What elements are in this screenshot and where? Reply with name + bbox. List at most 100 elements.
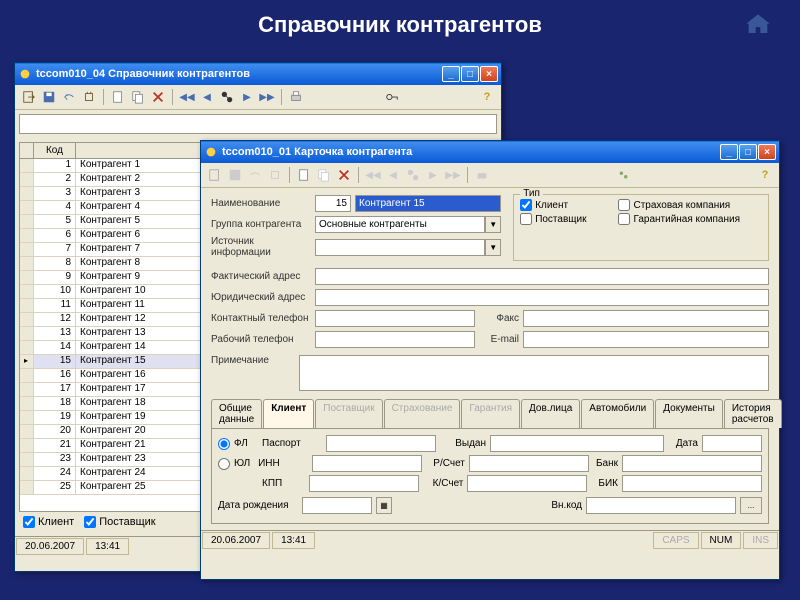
minimize-button[interactable]: _ — [442, 66, 460, 82]
fact-addr-input[interactable] — [315, 268, 769, 285]
exit-icon[interactable] — [20, 88, 38, 106]
ellipsis-button[interactable]: ... — [740, 497, 762, 514]
dropdown-icon[interactable]: ▼ — [485, 239, 501, 256]
copy-icon[interactable] — [315, 166, 333, 184]
titlebar[interactable]: tccom010_01 Карточка контрагента _ □ × — [201, 141, 779, 163]
tab-common[interactable]: Общие данные — [211, 399, 262, 428]
status-num: NUM — [701, 532, 742, 549]
calendar-icon[interactable]: ▦ — [376, 497, 392, 514]
source-input[interactable] — [315, 239, 485, 256]
new-icon[interactable] — [295, 166, 313, 184]
status-ins: INS — [743, 532, 778, 549]
bank-label: Банк — [593, 458, 618, 469]
delete-icon[interactable] — [149, 88, 167, 106]
extcode-input[interactable] — [586, 497, 736, 514]
type-legend: Тип — [520, 188, 543, 199]
first-icon[interactable]: ◀◀ — [178, 88, 196, 106]
delete-icon[interactable] — [335, 166, 353, 184]
passport-label: Паспорт — [262, 438, 322, 449]
fax-label: Факс — [479, 313, 519, 324]
undo-icon[interactable] — [60, 88, 78, 106]
status-caps: CAPS — [653, 532, 698, 549]
group-input[interactable] — [315, 216, 485, 233]
radio-fl[interactable] — [218, 438, 230, 450]
fact-addr-label: Фактический адрес — [211, 271, 311, 282]
first-icon[interactable]: ◀◀ — [364, 166, 382, 184]
kpp-input[interactable] — [309, 475, 419, 492]
save-icon[interactable] — [40, 88, 58, 106]
birth-input[interactable] — [302, 497, 372, 514]
exit-icon[interactable] — [206, 166, 224, 184]
type-client[interactable]: Клиент — [520, 199, 608, 211]
fax-input[interactable] — [523, 310, 769, 327]
maximize-button[interactable]: □ — [461, 66, 479, 82]
filter-supplier[interactable]: Поставщик — [84, 516, 155, 528]
kaccount-input[interactable] — [467, 475, 587, 492]
titlebar[interactable]: tccom010_04 Справочник контрагентов _ □ … — [15, 63, 501, 85]
bik-input[interactable] — [622, 475, 762, 492]
type-insurance[interactable]: Страховая компания — [618, 199, 762, 211]
passport-input[interactable] — [326, 435, 436, 452]
inn-label: ИНН — [258, 458, 308, 469]
inn-input[interactable] — [312, 455, 422, 472]
date-input[interactable] — [702, 435, 762, 452]
save-icon[interactable] — [226, 166, 244, 184]
special-icon[interactable] — [615, 166, 633, 184]
radio-ul[interactable] — [218, 458, 230, 470]
close-button[interactable]: × — [758, 144, 776, 160]
refresh-icon[interactable] — [266, 166, 284, 184]
tab-history[interactable]: История расчетов — [724, 399, 782, 428]
copy-icon[interactable] — [129, 88, 147, 106]
find-icon[interactable] — [404, 166, 422, 184]
raccount-label: Р/Счет — [426, 458, 465, 469]
help-icon[interactable]: ? — [478, 88, 496, 106]
next-icon[interactable]: ▶ — [238, 88, 256, 106]
maximize-button[interactable]: □ — [739, 144, 757, 160]
print-icon[interactable] — [287, 88, 305, 106]
status-time: 13:41 — [86, 538, 129, 555]
prev-icon[interactable]: ◀ — [198, 88, 216, 106]
name-code[interactable] — [315, 195, 351, 212]
filter-client-label: Клиент — [38, 516, 74, 528]
tab-contacts[interactable]: Дов.лица — [521, 399, 580, 428]
col-code[interactable]: Код — [34, 143, 76, 158]
last-icon[interactable]: ▶▶ — [258, 88, 276, 106]
client-pane: ФЛ Паспорт Выдан Дата ЮЛ ИНН Р/Счет Банк… — [211, 429, 769, 524]
home-icon[interactable] — [744, 12, 772, 36]
tab-cars[interactable]: Автомобили — [581, 399, 654, 428]
dropdown-icon[interactable]: ▼ — [485, 216, 501, 233]
help-icon[interactable]: ? — [756, 166, 774, 184]
status-date: 20.06.2007 — [202, 532, 270, 549]
phone-input[interactable] — [315, 310, 475, 327]
close-button[interactable]: × — [480, 66, 498, 82]
undo-icon[interactable] — [246, 166, 264, 184]
work-phone-input[interactable] — [315, 331, 475, 348]
email-input[interactable] — [523, 331, 769, 348]
prev-icon[interactable]: ◀ — [384, 166, 402, 184]
type-supplier[interactable]: Поставщик — [520, 213, 608, 225]
filter-client[interactable]: Клиент — [23, 516, 74, 528]
statusbar: 20.06.2007 13:41 CAPS NUM INS — [201, 530, 779, 550]
status-time: 13:41 — [272, 532, 315, 549]
filter-bar[interactable] — [19, 114, 497, 134]
next-icon[interactable]: ▶ — [424, 166, 442, 184]
note-input[interactable] — [299, 355, 769, 391]
legal-addr-input[interactable] — [315, 289, 769, 306]
tab-insurance[interactable]: Страхование — [384, 399, 461, 428]
raccount-input[interactable] — [469, 455, 589, 472]
type-guarantee[interactable]: Гарантийная компания — [618, 213, 762, 225]
issued-input[interactable] — [490, 435, 664, 452]
find-icon[interactable] — [218, 88, 236, 106]
new-icon[interactable] — [109, 88, 127, 106]
last-icon[interactable]: ▶▶ — [444, 166, 462, 184]
print-icon[interactable] — [473, 166, 491, 184]
tab-docs[interactable]: Документы — [655, 399, 723, 428]
minimize-button[interactable]: _ — [720, 144, 738, 160]
bank-input[interactable] — [622, 455, 762, 472]
tab-supplier[interactable]: Поставщик — [315, 399, 382, 428]
refresh-icon[interactable] — [80, 88, 98, 106]
key-icon[interactable] — [383, 88, 401, 106]
name-input[interactable] — [355, 195, 501, 212]
tab-client[interactable]: Клиент — [263, 399, 314, 428]
tab-guarantee[interactable]: Гарантия — [461, 399, 520, 428]
